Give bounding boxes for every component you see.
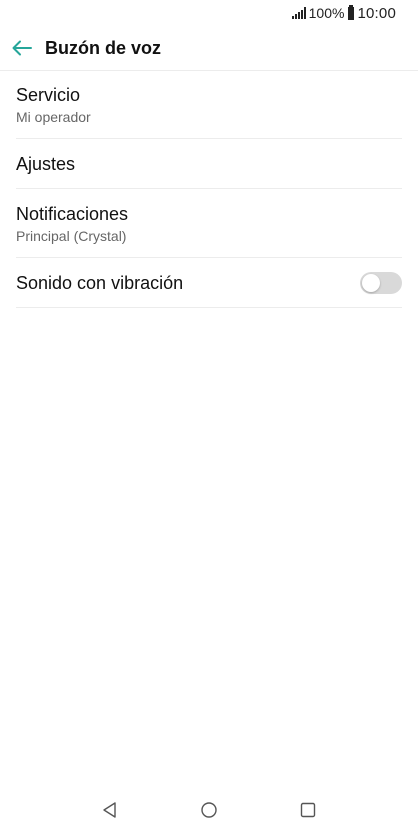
triangle-back-icon xyxy=(102,802,116,818)
page-title: Buzón de voz xyxy=(45,37,161,58)
setting-title: Servicio xyxy=(16,85,81,105)
screen: 100% 10:00 Buzón de voz Servicio Mi oper… xyxy=(0,0,418,836)
setting-summary: Principal (Crystal) xyxy=(16,228,127,244)
app-bar: Buzón de voz xyxy=(0,26,418,71)
arrow-left-icon xyxy=(12,40,32,56)
battery-percent: 100% xyxy=(308,5,345,21)
status-bar: 100% 10:00 xyxy=(0,0,418,26)
toggle-knob xyxy=(362,273,380,292)
setting-settings[interactable]: Ajustes xyxy=(16,139,402,189)
setting-service[interactable]: Servicio Mi operador xyxy=(16,70,402,139)
back-button[interactable] xyxy=(8,34,36,62)
clock: 10:00 xyxy=(357,4,396,22)
setting-notifications[interactable]: Notificaciones Principal (Crystal) xyxy=(16,189,402,258)
circle-home-icon xyxy=(201,802,217,818)
nav-home-button[interactable] xyxy=(189,790,229,830)
nav-recents-button[interactable] xyxy=(288,790,328,830)
settings-list: Servicio Mi operador Ajustes Notificacio… xyxy=(16,70,402,308)
setting-title: Sonido con vibración xyxy=(16,272,184,293)
setting-title: Notificaciones xyxy=(16,204,129,224)
vibration-toggle[interactable] xyxy=(360,271,402,294)
navigation-bar xyxy=(0,784,418,836)
nav-back-button[interactable] xyxy=(90,790,130,830)
setting-vibration-sound[interactable]: Sonido con vibración xyxy=(16,258,402,308)
setting-summary: Mi operador xyxy=(16,109,91,125)
square-recents-icon xyxy=(301,802,316,818)
signal-icon xyxy=(291,7,306,19)
setting-title: Ajustes xyxy=(16,153,76,174)
battery-icon xyxy=(348,4,355,20)
